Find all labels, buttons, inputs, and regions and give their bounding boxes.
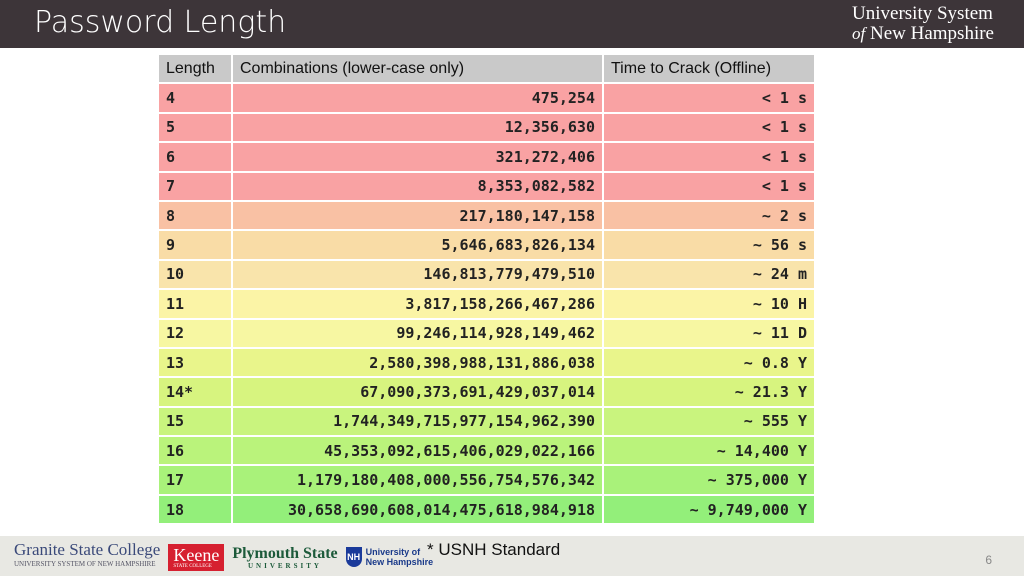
cell-time: < 1 s (602, 170, 816, 202)
cell-combinations: 321,272,406 (231, 141, 604, 173)
cell-length: 12 (157, 317, 233, 349)
usnh-logo: University System of New Hampshire (852, 4, 994, 44)
cell-length: 6 (157, 141, 233, 173)
table-row: 5 12,356,630 < 1 s (157, 111, 816, 144)
institution-logos: Granite State College UNIVERSITY SYSTEM O… (14, 541, 434, 572)
footnote: * USNH Standard (427, 540, 561, 559)
password-length-table: Length Combinations (lower-case only) Ti… (157, 52, 816, 526)
gsc-logo: Granite State College UNIVERSITY SYSTEM O… (14, 541, 160, 572)
cell-length: 13 (157, 346, 233, 379)
cell-combinations: 3,817,158,266,467,286 (231, 288, 604, 320)
unh-shield-icon: NH (345, 547, 362, 567)
table-row: 10 146,813,779,479,510 ~ 24 m (157, 258, 816, 291)
table-row: 6 321,272,406 < 1 s (157, 141, 816, 173)
cell-time: ~ 11 D (602, 317, 816, 349)
cell-time: < 1 s (602, 82, 816, 114)
cell-length: 8 (157, 199, 233, 232)
table-row: 4 475,254 < 1 s (157, 82, 816, 114)
logo-line2: New Hampshire (870, 23, 994, 44)
header-time: Time to Crack (Offline) (602, 52, 816, 85)
logo-line1: University System (852, 3, 993, 24)
keene-logo: Keene STATE COLLEGE (168, 543, 225, 571)
cell-combinations: 5,646,683,826,134 (231, 229, 604, 261)
cell-combinations: 1,744,349,715,977,154,962,390 (231, 405, 604, 438)
cell-time: ~ 56 s (602, 229, 816, 261)
table-row: 16 45,353,092,615,406,029,022,166 ~ 14,400… (157, 435, 816, 467)
cell-combinations: 2,580,398,988,131,886,038 (231, 346, 604, 379)
cell-length: 10 (157, 258, 233, 291)
slide-title: Password Length (34, 5, 287, 40)
cell-time: < 1 s (602, 111, 816, 144)
cell-length: 4 (157, 82, 233, 114)
table-row: 14* 67,090,373,691,429,037,014 ~ 21.3 Y (157, 376, 816, 408)
table-row: 11 3,817,158,266,467,286 ~ 10 H (157, 288, 816, 320)
cell-combinations: 30,658,690,608,014,475,618,984,918 (231, 493, 604, 526)
unh-logo: NH University of New Hampshire (345, 547, 434, 567)
table-row: 8 217,180,147,158 ~ 2 s (157, 199, 816, 232)
table-row: 12 99,246,114,928,149,462 ~ 11 D (157, 317, 816, 349)
cell-length: 7 (157, 170, 233, 202)
cell-time: ~ 21.3 Y (602, 376, 816, 408)
cell-time: ~ 9,749,000 Y (602, 493, 816, 526)
cell-length: 5 (157, 111, 233, 144)
cell-time: ~ 375,000 Y (602, 464, 816, 496)
cell-time: ~ 14,400 Y (602, 435, 816, 467)
cell-combinations: 99,246,114,928,149,462 (231, 317, 604, 349)
gsc-sub: UNIVERSITY SYSTEM OF NEW HAMPSHIRE (14, 560, 156, 568)
psu-logo: Plymouth State UNIVERSITY (232, 545, 337, 570)
cell-length: 14* (157, 376, 233, 408)
table-row: 9 5,646,683,826,134 ~ 56 s (157, 229, 816, 261)
table-row: 15 1,744,349,715,977,154,962,390 ~ 555 Y (157, 405, 816, 438)
cell-combinations: 475,254 (231, 82, 604, 114)
cell-length: 15 (157, 405, 233, 438)
cell-time: ~ 10 H (602, 288, 816, 320)
psu-sub: UNIVERSITY (247, 561, 322, 570)
cell-combinations: 146,813,779,479,510 (231, 258, 604, 291)
logo-of: of (852, 24, 866, 43)
header-length: Length (157, 52, 233, 85)
cell-combinations: 45,353,092,615,406,029,022,166 (231, 435, 604, 467)
table-row: 18 30,658,690,608,014,475,618,984,918 ~ 9,… (157, 493, 816, 526)
cell-time: ~ 0.8 Y (602, 346, 816, 379)
cell-time: ~ 24 m (602, 258, 816, 291)
keene-name: Keene (173, 544, 220, 565)
psu-name: Plymouth State (232, 544, 338, 562)
cell-time: < 1 s (602, 141, 816, 173)
cell-length: 11 (157, 288, 233, 320)
cell-length: 9 (157, 229, 233, 261)
cell-length: 18 (157, 493, 233, 526)
cell-combinations: 217,180,147,158 (231, 199, 604, 232)
cell-combinations: 1,179,180,408,000,556,754,576,342 (231, 464, 604, 496)
header-combinations: Combinations (lower-case only) (231, 52, 604, 85)
table-row: 13 2,580,398,988,131,886,038 ~ 0.8 Y (157, 346, 816, 379)
unh-line2: New Hampshire (365, 557, 434, 567)
table-row: 17 1,179,180,408,000,556,754,576,342 ~ 375… (157, 464, 816, 496)
cell-combinations: 12,356,630 (231, 111, 604, 144)
cell-time: ~ 2 s (602, 199, 816, 232)
cell-combinations: 8,353,082,582 (231, 170, 604, 202)
unh-line1: University of (365, 547, 421, 557)
cell-length: 16 (157, 435, 233, 467)
cell-combinations: 67,090,373,691,429,037,014 (231, 376, 604, 408)
table-row: 7 8,353,082,582 < 1 s (157, 170, 816, 202)
page-number: 6 (985, 553, 992, 567)
cell-time: ~ 555 Y (602, 405, 816, 438)
cell-length: 17 (157, 464, 233, 496)
